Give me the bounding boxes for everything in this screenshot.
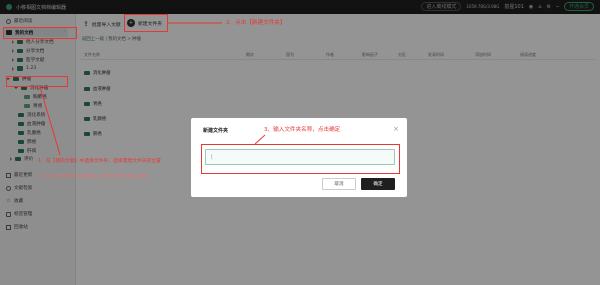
step1-annotation: 1、在【我的文献】中选择文件夹，选择需建文件夹的位置 (38, 159, 161, 164)
annotation-arrows (39, 22, 266, 156)
arrow-step1 (39, 86, 61, 156)
step2-annotation: 2、点击【新建文件夹】 (226, 20, 286, 26)
step1-note: 注：在右侧文件夹列表点击新建即可，可选择在文件夹内新建（如图） (38, 174, 150, 178)
step3-annotation: 3、输入文件夹名称，点击确定 (264, 127, 341, 133)
arrow-step3 (254, 134, 266, 145)
